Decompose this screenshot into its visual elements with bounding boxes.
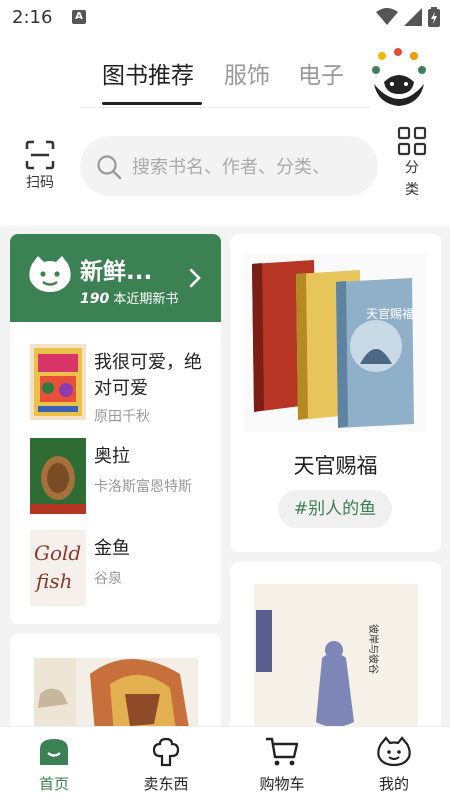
book-cover-image: Gold fish	[30, 530, 86, 606]
new-books-header[interactable]: 新鲜... 190 本近期新书	[10, 234, 221, 322]
tab-book-recommend[interactable]: 图书推荐	[102, 56, 194, 90]
book-author: 谷泉	[94, 571, 122, 587]
cover-text-fish: fish	[34, 569, 72, 593]
book-title: 金鱼	[94, 538, 130, 559]
nav-cart-label: 购物车	[259, 775, 305, 793]
book-item[interactable]: Gold fish 金鱼 谷泉	[30, 530, 221, 614]
nav-profile-label: 我的	[378, 775, 409, 793]
topic-tag[interactable]: #别人的鱼	[278, 490, 392, 528]
scan-label: 扫码	[26, 175, 54, 191]
category-button[interactable]: 分 类	[392, 126, 432, 202]
search-input[interactable]: 搜索书名、作者、分类、	[80, 136, 378, 196]
mascot-face-icon	[29, 256, 71, 292]
home-icon	[40, 739, 68, 765]
category-label-2: 类	[405, 182, 419, 198]
scan-button[interactable]: 扫码	[20, 140, 60, 196]
nav-home[interactable]: 首页	[14, 735, 94, 794]
header: 图书推荐 服饰 电子 扫码 搜索书名、作者、分类、 分 类	[0, 36, 450, 226]
featured-cover-text: 天官赐福	[366, 306, 414, 321]
book-cover-image: 天官赐福	[244, 254, 427, 432]
second-book-cover-title: 彼岸与彼谷	[367, 624, 380, 674]
tab-electronics[interactable]: 电子	[298, 56, 344, 90]
new-books-title: 新鲜...	[80, 259, 153, 285]
status-bar: 2:16 A	[0, 0, 450, 36]
mascot-avatar-icon[interactable]	[368, 48, 430, 110]
book-item[interactable]: 我很可爱，绝对可爱 原田千秋	[30, 344, 221, 428]
book-author: 卡洛斯富恩特斯	[94, 479, 192, 495]
book-title: 我很可爱，绝对可爱	[94, 352, 202, 399]
bottom-navigation: 首页 卖东西 购物车 我的	[0, 726, 450, 800]
status-time: 2:16	[12, 7, 53, 28]
search-icon	[97, 155, 122, 180]
nav-home-label: 首页	[38, 775, 69, 793]
book-cover-image	[30, 438, 86, 514]
new-books-card[interactable]: 新鲜... 190 本近期新书 我很可爱，绝对可爱 原田千秋 奥拉 卡洛斯富恩特…	[10, 234, 221, 624]
notification-a-icon: A	[72, 10, 86, 24]
book-cover-image: 彼岸与彼谷	[254, 584, 418, 752]
cover-text-gold: Gold	[34, 541, 81, 565]
status-icons	[376, 7, 440, 27]
book-item[interactable]: 奥拉 卡洛斯富恩特斯	[30, 438, 221, 522]
chevron-right-icon	[189, 268, 201, 288]
cart-icon	[266, 737, 299, 766]
new-books-subtitle: 190 本近期新书	[80, 288, 184, 307]
nav-cart[interactable]: 购物车	[242, 735, 322, 794]
new-books-subtitle-text: 本近期新书	[113, 292, 179, 307]
category-label-1: 分	[405, 160, 419, 176]
signal-icon	[404, 8, 422, 26]
book-author: 原田千秋	[94, 409, 150, 425]
nav-sell[interactable]: 卖东西	[126, 735, 206, 794]
featured-book-card[interactable]: 天官赐福 天官赐福 #别人的鱼	[230, 234, 441, 552]
book-title: 奥拉	[94, 446, 130, 467]
tab-clothing[interactable]: 服饰	[224, 56, 270, 90]
book-cover-image	[30, 344, 86, 420]
wifi-icon	[376, 8, 398, 25]
featured-book-title: 天官赐福	[293, 454, 378, 478]
active-tab-indicator	[102, 102, 202, 105]
grid-icon	[397, 126, 427, 156]
profile-icon	[377, 736, 411, 767]
nav-sell-label: 卖东西	[143, 775, 189, 793]
battery-icon	[428, 7, 440, 27]
nav-profile[interactable]: 我的	[354, 735, 434, 794]
category-tabs: 图书推荐 服饰 电子	[80, 54, 370, 108]
search-placeholder: 搜索书名、作者、分类、	[132, 157, 330, 178]
scan-icon	[25, 140, 55, 170]
new-books-count: 190	[80, 291, 110, 307]
sell-icon	[152, 737, 180, 767]
book-card[interactable]: 彼岸与彼谷	[230, 562, 441, 752]
